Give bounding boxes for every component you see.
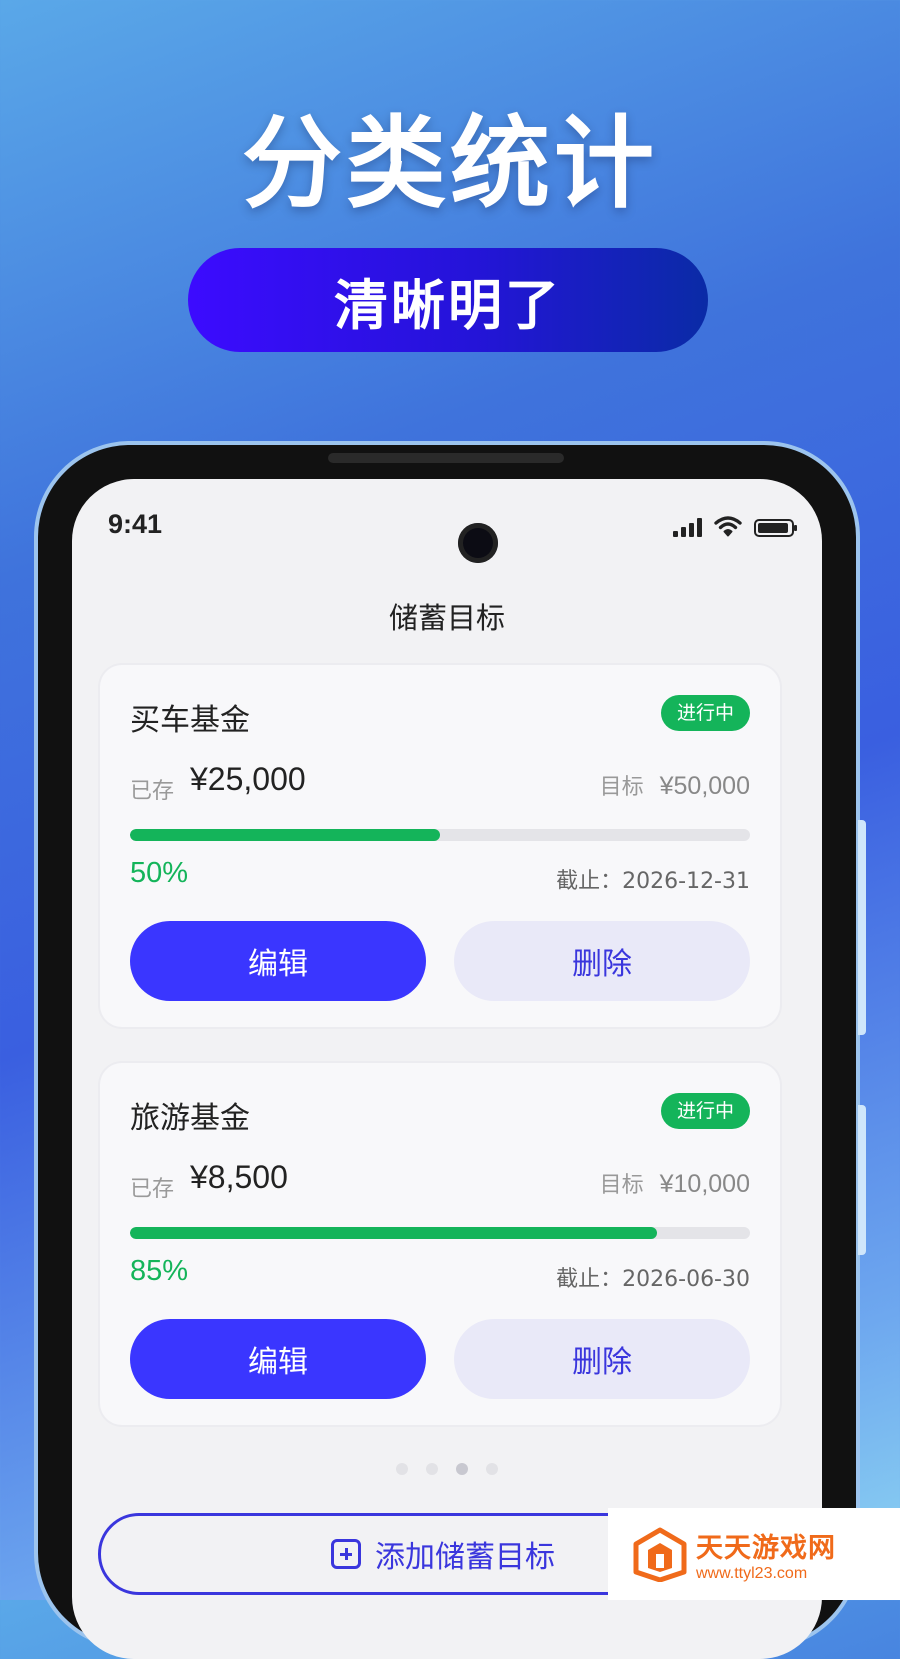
plus-square-icon: [331, 1539, 361, 1569]
goal-name: 旅游基金: [130, 1101, 250, 1136]
target-amount: ¥10,000: [659, 1170, 750, 1198]
progress-fill: [130, 829, 440, 841]
page-dot[interactable]: [486, 1463, 498, 1475]
page-title: 储蓄目标: [388, 601, 505, 635]
target-amount-group: 目标 ¥50,000: [600, 769, 750, 801]
phone-frame: 9:41 储蓄目标 买车基金 进行中 已存 ¥25,000 目标 ¥50,000…: [38, 445, 866, 1659]
promo-headline: 分类统计: [242, 105, 658, 222]
progress-percent: 85%: [130, 1255, 189, 1287]
watermark-name: 天天游戏网: [696, 1532, 836, 1564]
saved-amount: ¥8,500: [190, 1159, 288, 1195]
front-camera: [458, 523, 498, 563]
page-dot[interactable]: [426, 1463, 438, 1475]
power-button: [858, 1105, 866, 1255]
saved-label: 已存: [130, 1177, 175, 1202]
progress-track: [130, 1227, 750, 1239]
watermark: 天天游戏网 www.ttyl23.com: [608, 1508, 900, 1600]
target-amount-group: 目标 ¥10,000: [600, 1167, 750, 1199]
promo-subheadline: 清晰明了: [334, 273, 562, 337]
status-time: 9:41: [108, 509, 163, 539]
saved-amount: ¥25,000: [190, 761, 306, 797]
page-indicator: [72, 1463, 822, 1475]
deadline-text: 截止：2026-06-30: [556, 1267, 750, 1292]
phone-speaker: [328, 453, 564, 463]
watermark-logo-icon: [633, 1527, 687, 1582]
edit-button[interactable]: 编辑: [130, 921, 426, 1001]
status-badge: 进行中: [660, 695, 750, 731]
system-icons: [673, 515, 797, 537]
goal-card: 旅游基金 进行中 已存 ¥8,500 目标 ¥10,000 85% 截止：2026…: [100, 1063, 780, 1425]
page-dot[interactable]: [396, 1463, 408, 1475]
progress-fill: [130, 1227, 657, 1239]
signal-icon: [673, 517, 702, 537]
progress-track: [130, 829, 750, 841]
battery-icon: [754, 519, 797, 537]
status-badge: 进行中: [660, 1093, 750, 1129]
app-screen: 9:41 储蓄目标 买车基金 进行中 已存 ¥25,000 目标 ¥50,000…: [72, 479, 822, 1659]
delete-button[interactable]: 删除: [454, 921, 750, 1001]
page-dot[interactable]: [456, 1463, 468, 1475]
target-amount: ¥50,000: [659, 772, 750, 800]
saved-label: 已存: [130, 779, 175, 804]
delete-button[interactable]: 删除: [454, 1319, 750, 1399]
progress-percent: 50%: [130, 857, 189, 889]
volume-button: [858, 820, 866, 1035]
target-label: 目标: [599, 775, 644, 800]
status-bar: 9:41: [108, 509, 797, 563]
promo-subheadline-pill: 清晰明了: [188, 248, 708, 352]
goal-card: 买车基金 进行中 已存 ¥25,000 目标 ¥50,000 50% 截止：202…: [100, 665, 780, 1027]
wifi-icon: [714, 516, 742, 537]
deadline-text: 截止：2026-12-31: [556, 869, 750, 894]
watermark-url: www.ttyl23.com: [696, 1564, 808, 1582]
target-label: 目标: [599, 1173, 644, 1198]
goal-name: 买车基金: [130, 703, 250, 738]
edit-button[interactable]: 编辑: [130, 1319, 426, 1399]
add-goal-label: 添加储蓄目标: [375, 1540, 555, 1575]
